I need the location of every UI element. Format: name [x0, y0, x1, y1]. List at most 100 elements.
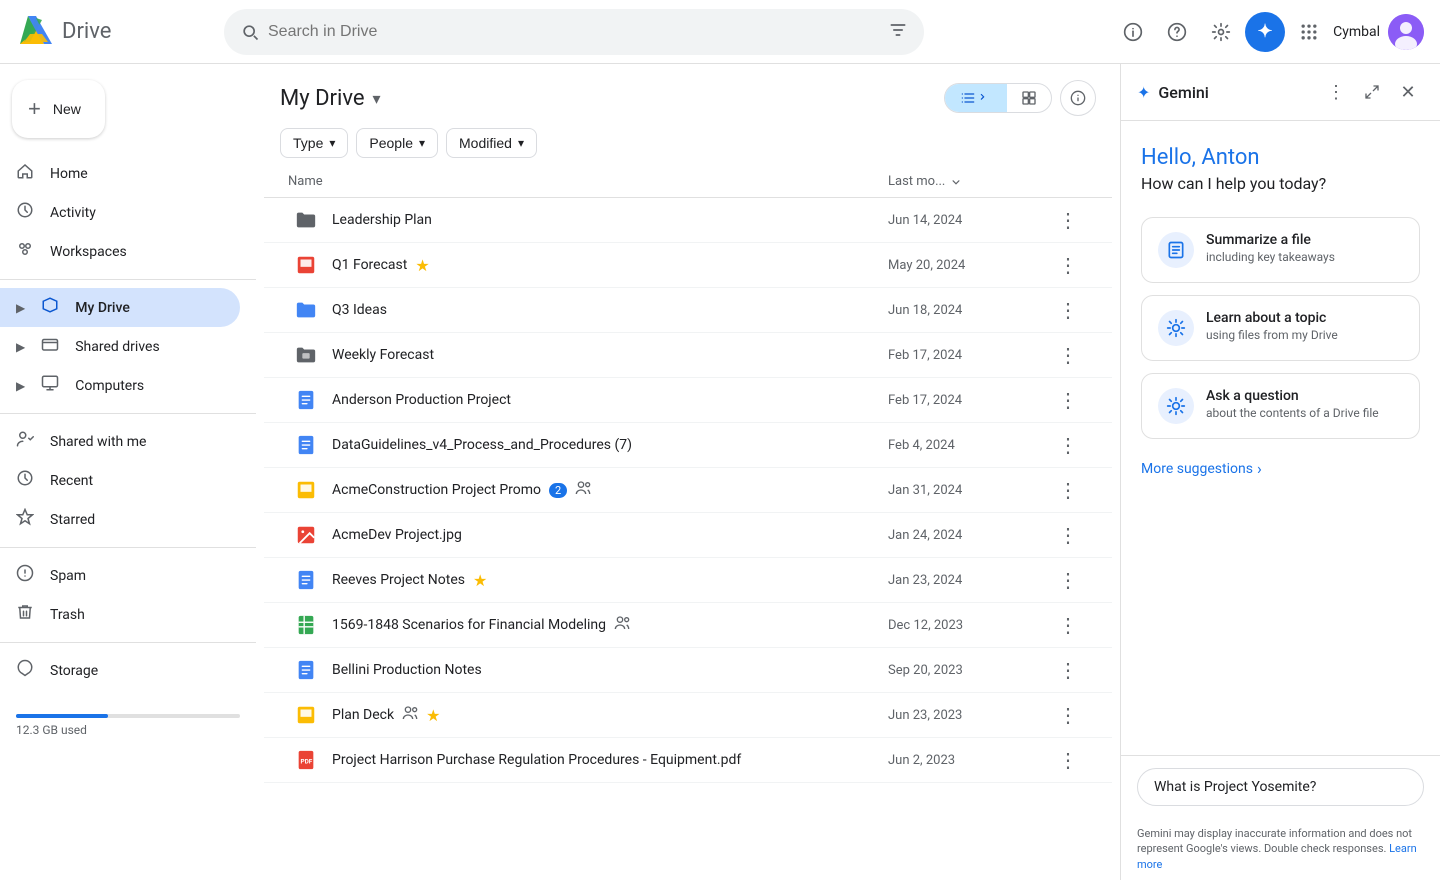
more-options-btn[interactable]: ⋮ [1052, 654, 1084, 686]
table-row[interactable]: Plan Deck ★ Jun 23, 2023 ⋮ [264, 693, 1112, 738]
more-options-btn[interactable]: ⋮ [1052, 474, 1084, 506]
file-name: AcmeConstruction Project Promo [332, 482, 541, 498]
settings-icon-btn[interactable] [1201, 12, 1241, 52]
filter-people-label: People [369, 135, 413, 151]
filter-modified-arrow: ▾ [518, 136, 524, 150]
file-icon-slides-yellow2 [288, 704, 324, 726]
sidebar-item-workspaces[interactable]: Workspaces [0, 232, 240, 271]
table-row[interactable]: Q3 Ideas Jun 18, 2024 ⋮ [264, 288, 1112, 333]
more-options-btn[interactable]: ⋮ [1052, 384, 1084, 416]
file-more: ⋮ [1048, 744, 1088, 776]
suggestion-ask-sub: about the contents of a Drive file [1206, 406, 1379, 420]
computers-icon [41, 374, 59, 397]
table-row[interactable]: Bellini Production Notes Sep 20, 2023 ⋮ [264, 648, 1112, 693]
search-icon [240, 22, 260, 42]
sidebar-item-storage[interactable]: Storage [0, 651, 240, 690]
filter-type[interactable]: Type ▾ [280, 128, 348, 158]
topbar: Drive [0, 0, 1440, 64]
drive-dropdown-arrow[interactable]: ▾ [373, 89, 381, 108]
sidebar-item-computers-label: Computers [75, 378, 144, 394]
file-icon-img [288, 524, 324, 546]
table-row[interactable]: DataGuidelines_v4_Process_and_Procedures… [264, 423, 1112, 468]
suggestion-card-learn[interactable]: Learn about a topic using files from my … [1141, 295, 1420, 361]
search-input[interactable] [268, 23, 880, 41]
file-date: Jan 31, 2024 [888, 483, 1048, 498]
help-icon-btn[interactable] [1157, 12, 1197, 52]
table-row[interactable]: AcmeDev Project.jpg Jan 24, 2024 ⋮ [264, 513, 1112, 558]
gemini-expand-btn[interactable] [1356, 76, 1388, 108]
sidebar-item-shared-with-me[interactable]: Shared with me [0, 422, 240, 461]
col-date-header[interactable]: Last mo... [888, 174, 1048, 189]
sidebar-item-computers[interactable]: ▶ Computers [0, 366, 240, 405]
table-row[interactable]: Weekly Forecast Feb 17, 2024 ⋮ [264, 333, 1112, 378]
gemini-greeting: Hello, Anton [1141, 145, 1420, 170]
more-options-btn[interactable]: ⋮ [1052, 699, 1084, 731]
home-icon [16, 162, 34, 185]
more-suggestions-label: More suggestions [1141, 461, 1253, 477]
info-btn[interactable] [1060, 80, 1096, 116]
file-name: Q3 Ideas [332, 302, 387, 318]
table-row[interactable]: AcmeConstruction Project Promo 2 Jan 31,… [264, 468, 1112, 513]
summarize-text: Summarize a file including key takeaways [1206, 232, 1335, 264]
new-button-label: New [53, 101, 81, 117]
account-name[interactable]: Cymbal [1333, 24, 1380, 40]
table-row[interactable]: PDF Project Harrison Purchase Regulation… [264, 738, 1112, 783]
file-date: Sep 20, 2023 [888, 663, 1048, 678]
table-row[interactable]: Q1 Forecast ★ May 20, 2024 ⋮ [264, 243, 1112, 288]
sidebar-item-activity[interactable]: Activity [0, 193, 240, 232]
filter-icon[interactable] [888, 20, 908, 44]
more-options-btn[interactable]: ⋮ [1052, 429, 1084, 461]
content-header: My Drive ▾ [256, 64, 1120, 116]
gemini-more-btn[interactable]: ⋮ [1320, 76, 1352, 108]
avatar[interactable] [1388, 14, 1424, 50]
gemini-close-btn[interactable]: ✕ [1392, 76, 1424, 108]
suggestion-card-summarize[interactable]: Summarize a file including key takeaways [1141, 217, 1420, 283]
sidebar-item-home[interactable]: Home [0, 154, 240, 193]
more-suggestions-link[interactable]: More suggestions › [1141, 451, 1420, 486]
plus-icon: + [28, 96, 41, 122]
suggestion-card-ask[interactable]: Ask a question about the contents of a D… [1141, 373, 1420, 439]
sidebar-item-storage-label: Storage [50, 663, 98, 679]
sidebar-item-trash[interactable]: Trash [0, 595, 240, 634]
filter-type-arrow: ▾ [329, 136, 335, 150]
table-row[interactable]: Anderson Production Project Feb 17, 2024… [264, 378, 1112, 423]
col-name-header[interactable]: Name [288, 174, 888, 189]
table-row[interactable]: Reeves Project Notes ★ Jan 23, 2024 ⋮ [264, 558, 1112, 603]
more-options-btn[interactable]: ⋮ [1052, 204, 1084, 236]
gemini-input-area[interactable]: What is Project Yosemite? [1121, 755, 1440, 818]
file-name-area: Q3 Ideas [324, 302, 888, 318]
more-options-btn[interactable]: ⋮ [1052, 249, 1084, 281]
sidebar-item-starred-label: Starred [50, 512, 95, 528]
list-view-btn[interactable] [945, 84, 1007, 112]
sidebar-item-spam[interactable]: Spam [0, 556, 240, 595]
filter-modified[interactable]: Modified ▾ [446, 128, 537, 158]
sidebar-item-shared-with-me-label: Shared with me [50, 434, 146, 450]
filter-people[interactable]: People ▾ [356, 128, 438, 158]
file-date: May 20, 2024 [888, 258, 1048, 273]
grid-view-btn[interactable] [1007, 84, 1051, 112]
more-options-btn[interactable]: ⋮ [1052, 609, 1084, 641]
gemini-input-box[interactable]: What is Project Yosemite? [1137, 768, 1424, 806]
table-row[interactable]: Leadership Plan Jun 14, 2024 ⋮ [264, 198, 1112, 243]
suggestion-learn-sub: using files from my Drive [1206, 328, 1338, 342]
gemini-fab-btn[interactable]: ✦ [1245, 12, 1285, 52]
file-name-area: Project Harrison Purchase Regulation Pro… [324, 752, 888, 768]
sidebar-item-starred[interactable]: Starred [0, 500, 240, 539]
apps-icon-btn[interactable] [1289, 12, 1329, 52]
sidebar-item-my-drive[interactable]: ▶ My Drive [0, 288, 240, 327]
more-options-btn[interactable]: ⋮ [1052, 564, 1084, 596]
more-options-btn[interactable]: ⋮ [1052, 294, 1084, 326]
shared-icon [614, 615, 630, 635]
more-options-btn[interactable]: ⋮ [1052, 339, 1084, 371]
file-icon-slides-yellow [288, 479, 324, 501]
more-options-btn[interactable]: ⋮ [1052, 519, 1084, 551]
sidebar-item-shared-drives[interactable]: ▶ Shared drives [0, 327, 240, 366]
sidebar-item-recent[interactable]: Recent [0, 461, 240, 500]
search-bar[interactable] [224, 9, 924, 55]
new-button[interactable]: + New [12, 80, 105, 138]
support-icon-btn[interactable] [1113, 12, 1153, 52]
file-name: Bellini Production Notes [332, 662, 482, 678]
table-row[interactable]: 1569-1848 Scenarios for Financial Modeli… [264, 603, 1112, 648]
file-name: Weekly Forecast [332, 347, 434, 363]
more-options-btn[interactable]: ⋮ [1052, 744, 1084, 776]
